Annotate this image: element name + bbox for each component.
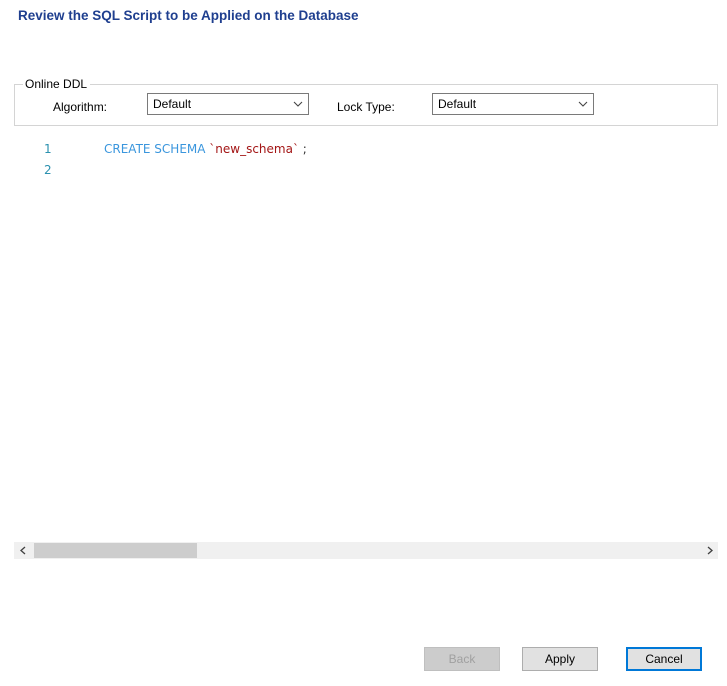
apply-button[interactable]: Apply xyxy=(522,647,598,671)
back-button[interactable]: Back xyxy=(424,647,500,671)
scrollbar-thumb[interactable] xyxy=(34,543,197,558)
chevron-left-icon[interactable] xyxy=(14,542,31,559)
cancel-button[interactable]: Cancel xyxy=(626,647,702,671)
horizontal-scrollbar[interactable] xyxy=(14,542,718,559)
code-text: CREATE SCHEMA `new_schema` ; xyxy=(104,139,307,159)
algorithm-value: Default xyxy=(153,97,192,111)
sql-punctuation: ; xyxy=(298,142,307,156)
dialog-title: Review the SQL Script to be Applied on t… xyxy=(18,8,359,23)
sql-keyword: CREATE SCHEMA xyxy=(104,142,210,156)
chevron-right-icon[interactable] xyxy=(701,542,718,559)
lock-type-label: Lock Type: xyxy=(337,100,395,114)
sql-script-editor[interactable]: 1 CREATE SCHEMA `new_schema` ; 2 xyxy=(14,136,718,540)
chevron-down-icon xyxy=(576,94,590,114)
algorithm-select[interactable]: Default xyxy=(147,93,309,115)
online-ddl-group: Online DDL Algorithm: Default Lock Type:… xyxy=(14,78,718,126)
sql-identifier: `new_schema` xyxy=(209,142,299,156)
line-number: 2 xyxy=(44,163,52,177)
algorithm-label: Algorithm: xyxy=(53,100,108,114)
line-number: 1 xyxy=(44,142,52,156)
lock-type-select[interactable]: Default xyxy=(432,93,594,115)
chevron-down-icon xyxy=(291,94,305,114)
online-ddl-legend: Online DDL xyxy=(23,78,91,91)
lock-type-value: Default xyxy=(438,97,477,111)
